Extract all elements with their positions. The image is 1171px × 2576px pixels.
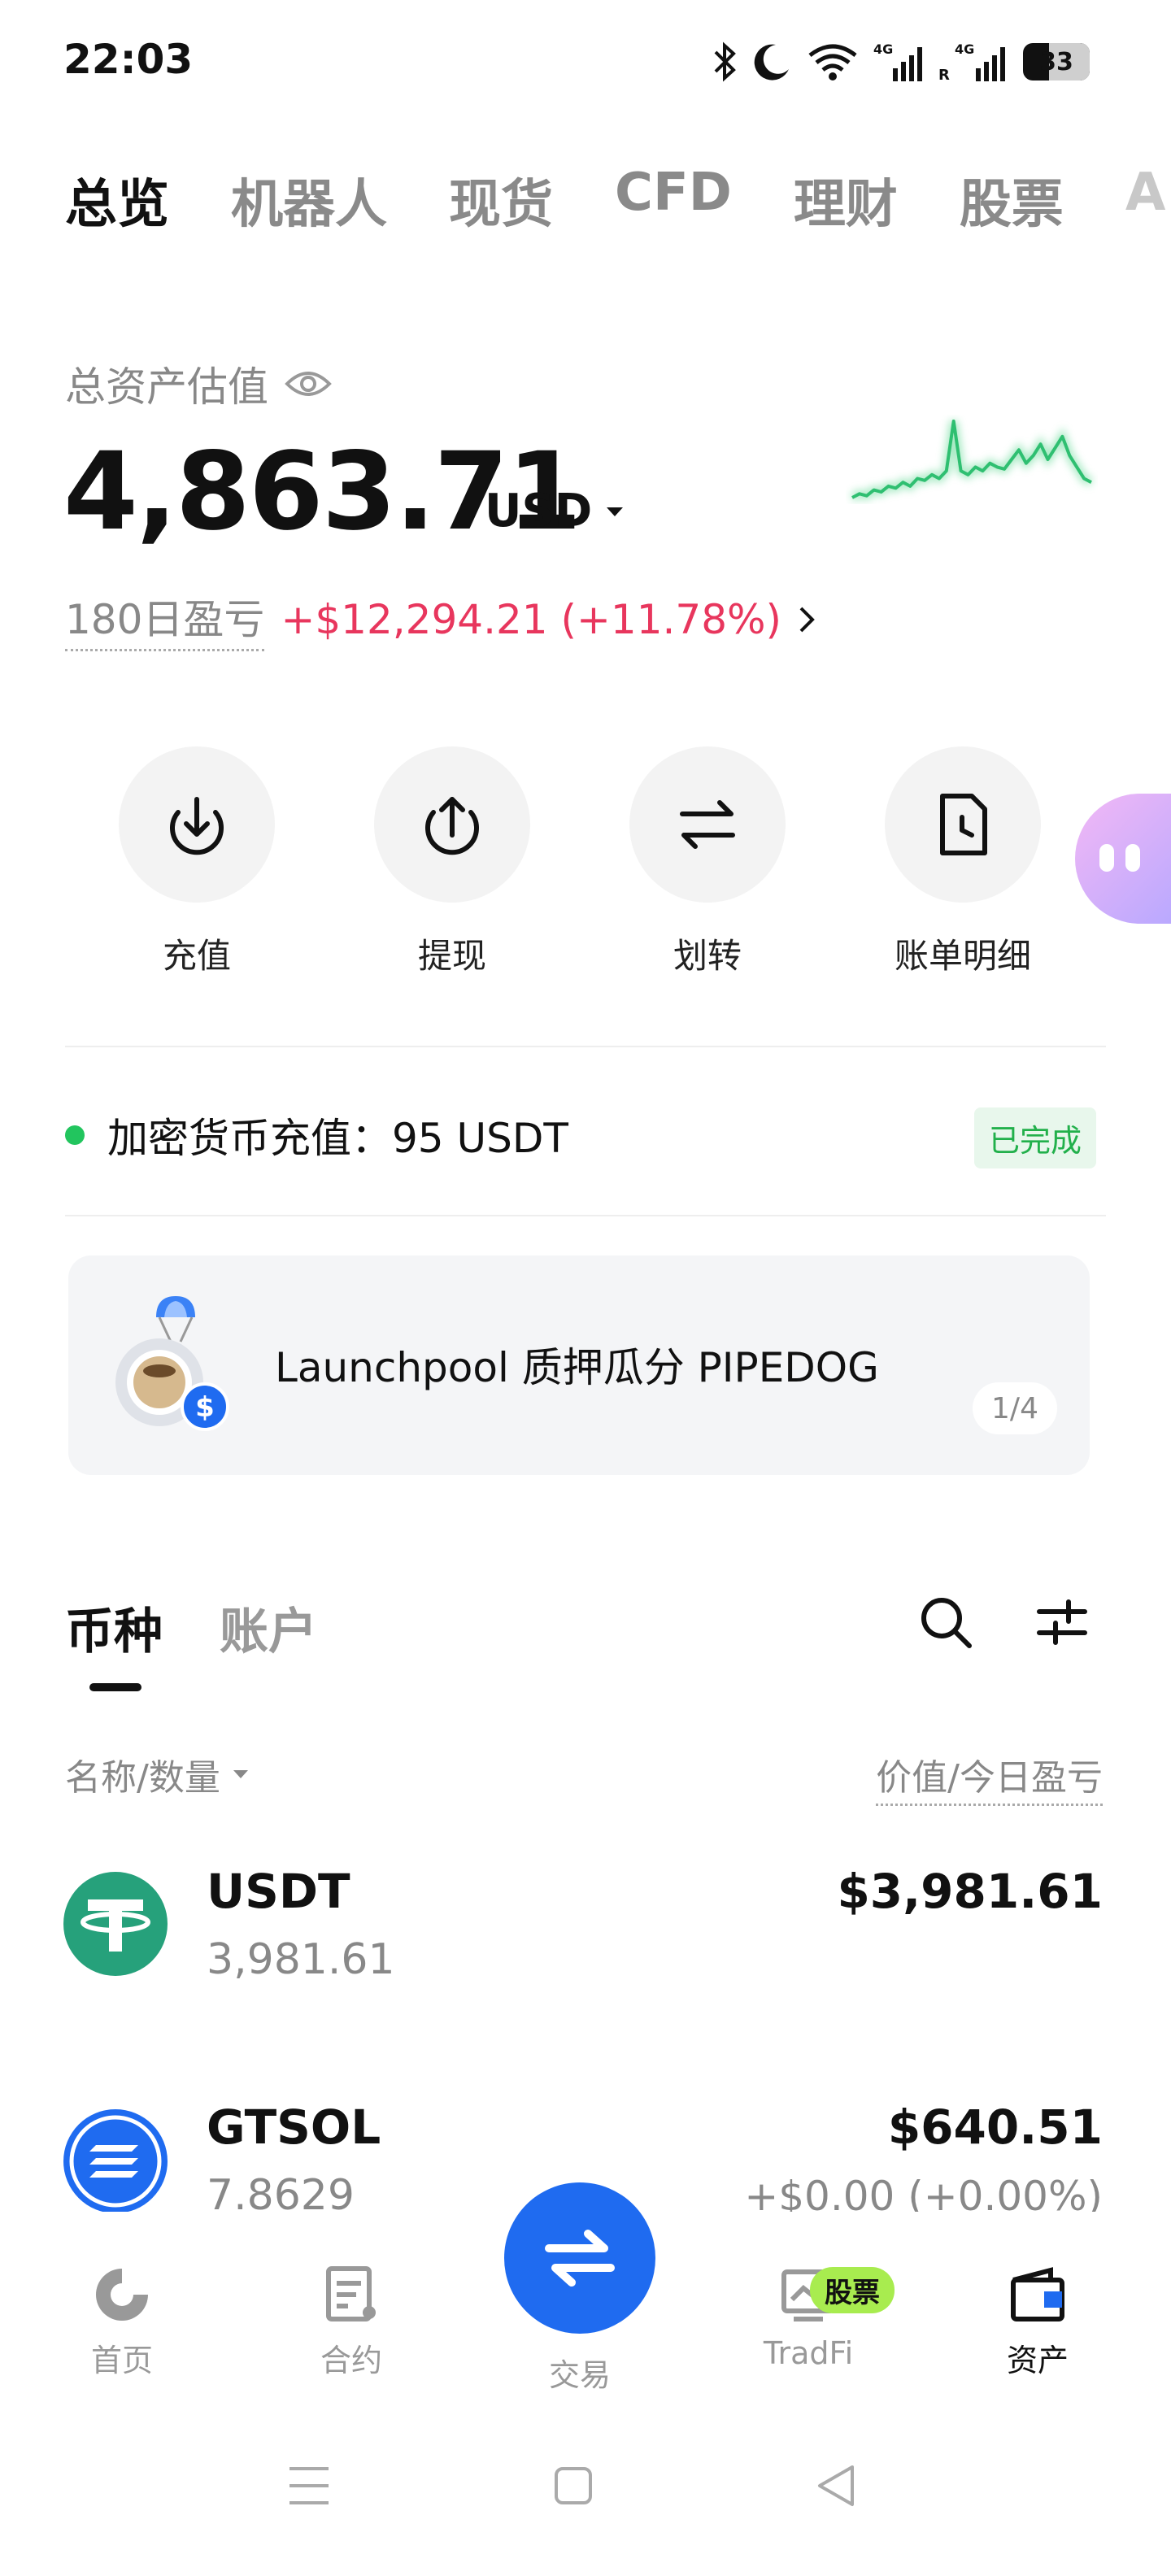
divider [65, 1215, 1106, 1216]
banner-page-indicator: 1/4 [973, 1382, 1057, 1434]
eye-icon[interactable] [285, 368, 332, 400]
upload-icon [425, 797, 479, 855]
download-icon [170, 797, 224, 855]
tab-accounts[interactable]: 账户 [220, 1592, 317, 1663]
total-assets-label-row: 总资产估值 [65, 355, 332, 413]
nav-home[interactable]: 首页 [57, 2264, 187, 2380]
column-header-value[interactable]: 价值/今日盈亏 [876, 1748, 1103, 1806]
caret-down-icon [607, 507, 624, 516]
tab-cfd[interactable]: CFD [615, 163, 732, 237]
transfer-label: 划转 [673, 936, 742, 976]
search-icon[interactable] [917, 1594, 976, 1652]
bill-action[interactable]: 账单明细 [882, 746, 1044, 978]
list-item[interactable] [63, 1872, 168, 1976]
nav-tradfi-label: TradFi [763, 2335, 854, 2371]
nav-assets[interactable]: 资产 [973, 2264, 1103, 2380]
assistant-eye-right [1125, 844, 1140, 872]
banner-text: Launchpool 质押瓜分 PIPEDOG [275, 1344, 879, 1391]
assets-sparkline[interactable] [846, 415, 1098, 504]
withdraw-button[interactable] [374, 746, 530, 903]
menu-icon[interactable] [288, 2465, 330, 2506]
battery-icon: 33 [1023, 43, 1090, 80]
assistant-eye-left [1099, 844, 1114, 872]
active-tab-indicator [89, 1683, 141, 1691]
holding-quantity: 3,981.61 [207, 1935, 395, 1984]
home-square-icon[interactable] [553, 2465, 594, 2506]
currency-label: USD [485, 485, 593, 537]
deposit-notice[interactable]: 加密货币充值：95 USDT [65, 1106, 568, 1164]
moon-icon [754, 44, 789, 80]
tab-bots[interactable]: 机器人 [231, 163, 387, 237]
sort-by-name[interactable]: 名称/数量 [65, 1748, 250, 1800]
holding-name: GTSOL [207, 2100, 381, 2155]
list-item[interactable] [63, 2109, 168, 2213]
futures-icon [326, 2266, 376, 2321]
svg-text:R: R [938, 67, 950, 83]
holding-name: USDT [207, 1864, 350, 1919]
signal-4g-icon: 4G [873, 41, 922, 81]
swap-icon [545, 2230, 615, 2287]
status-time: 22:03 [63, 36, 194, 83]
deposit-notice-text: 加密货币充值：95 USDT [107, 1115, 568, 1162]
pnl-row[interactable]: 180日盈亏 +$12,294.21 (+11.78%) [65, 587, 817, 651]
deposit-action[interactable]: 充值 [115, 746, 278, 978]
tab-finance[interactable]: 理财 [794, 163, 898, 237]
caret-down-icon [233, 1770, 248, 1778]
transfer-icon [680, 800, 735, 849]
top-tabs: 总览 机器人 现货 CFD 理财 股票 A [65, 163, 1171, 237]
svg-text:4G: 4G [955, 41, 974, 57]
status-bar: 22:03 4G R 4G 33 [0, 0, 1171, 122]
tab-spot[interactable]: 现货 [449, 163, 553, 237]
nav-assets-label: 资产 [1006, 2343, 1069, 2378]
tab-coins[interactable]: 币种 [65, 1592, 163, 1663]
tab-a[interactable]: A [1125, 163, 1166, 237]
bill-button[interactable] [885, 746, 1041, 903]
status-icons: 4G R 4G 33 [712, 37, 1090, 86]
column-header-name: 名称/数量 [65, 1757, 220, 1799]
signal-4g-r-icon: R 4G [938, 41, 1005, 83]
transfer-button[interactable] [629, 746, 786, 903]
nav-futures[interactable]: 合约 [286, 2264, 416, 2380]
svg-text:$: $ [195, 1391, 215, 1424]
bill-icon [940, 794, 987, 855]
nav-trade-label: 交易 [548, 2357, 611, 2393]
launchpool-icon: $ [115, 1296, 229, 1431]
withdraw-action[interactable]: 提现 [371, 746, 533, 978]
nav-home-label: 首页 [90, 2343, 153, 2378]
trade-button[interactable] [504, 2182, 655, 2334]
gtsol-icon [63, 2109, 168, 2213]
currency-selector[interactable]: USD [485, 485, 625, 537]
tab-overview[interactable]: 总览 [65, 163, 169, 237]
pnl-label: 180日盈亏 [65, 587, 265, 651]
back-icon[interactable] [815, 2464, 857, 2508]
transfer-action[interactable]: 划转 [626, 746, 789, 978]
status-dot [65, 1125, 85, 1145]
bill-label: 账单明细 [894, 936, 1031, 976]
holding-value: $3,981.61 [837, 1864, 1103, 1919]
pnl-value: +$12,294.21 (+11.78%) [281, 595, 782, 643]
nav-futures-label: 合约 [320, 2343, 382, 2378]
bluetooth-icon [714, 41, 736, 82]
usdt-icon [63, 1872, 168, 1976]
top-tabs-container: 总览 机器人 现货 CFD 理财 股票 A [0, 146, 1171, 260]
assistant-float-button[interactable] [1075, 794, 1171, 924]
filter-icon[interactable] [1034, 1597, 1090, 1649]
battery-level: 33 [1039, 47, 1073, 76]
total-assets-label: 总资产估值 [65, 363, 268, 411]
tab-stocks[interactable]: 股票 [960, 163, 1064, 237]
stock-badge: 股票 [810, 2267, 895, 2313]
deposit-label: 充值 [162, 936, 231, 976]
system-nav-bar [0, 2439, 1171, 2576]
divider [65, 1046, 1106, 1047]
withdraw-label: 提现 [417, 936, 486, 976]
status-badge: 已完成 [974, 1107, 1097, 1168]
wallet-icon [1011, 2267, 1064, 2321]
holding-value: $640.51 [887, 2100, 1103, 2155]
deposit-button[interactable] [119, 746, 275, 903]
home-icon [96, 2269, 148, 2321]
chevron-right-icon [799, 607, 815, 632]
svg-text:4G: 4G [873, 41, 893, 57]
wifi-icon [808, 44, 857, 80]
